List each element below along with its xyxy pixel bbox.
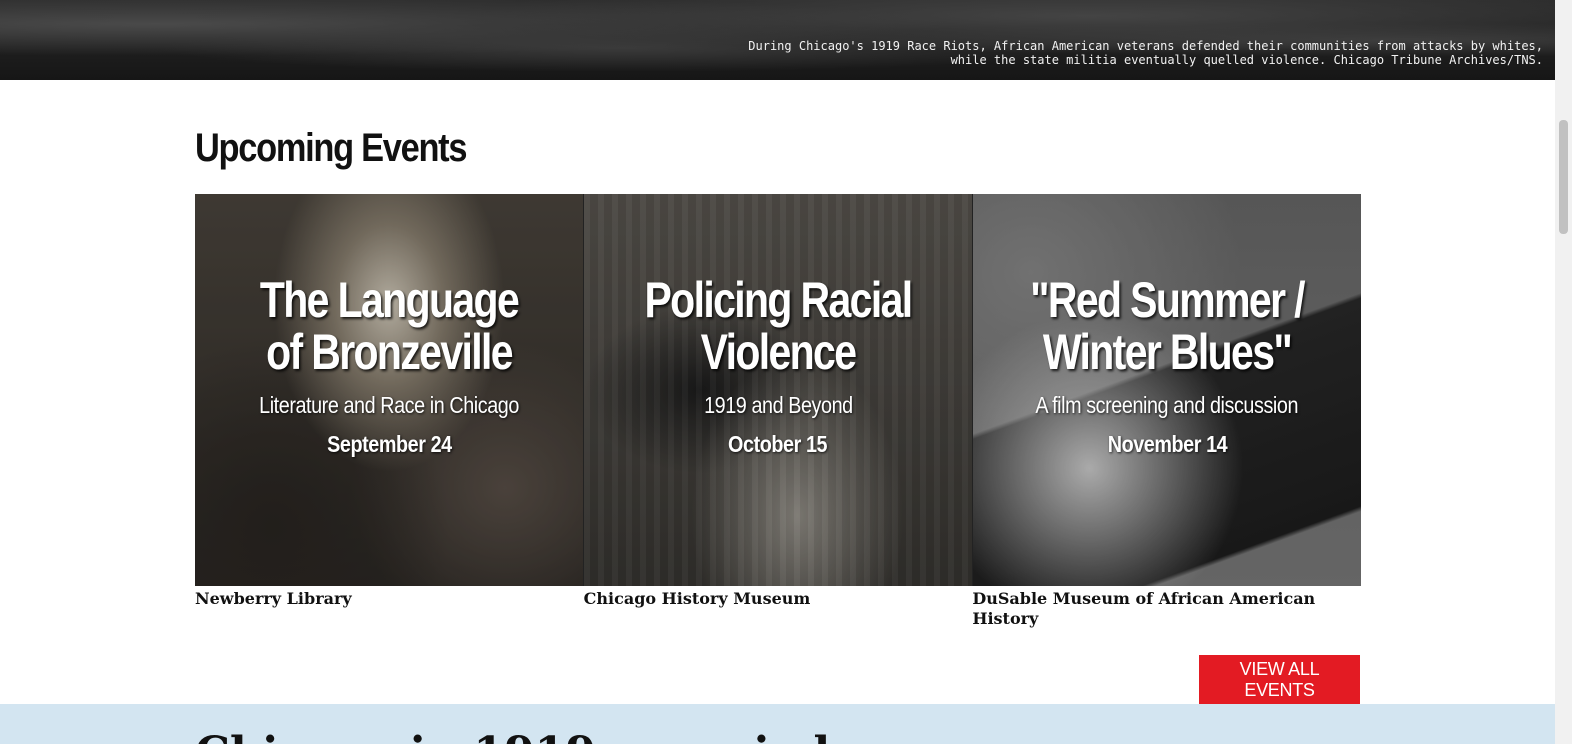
hero-image: During Chicago's 1919 Race Riots, Africa… xyxy=(0,0,1555,80)
event-cards: The Language of Bronzeville Literature a… xyxy=(195,194,1361,586)
event-date: September 24 xyxy=(326,431,452,457)
view-all-events-button[interactable]: VIEW ALL EVENTS xyxy=(1199,655,1360,704)
event-title[interactable]: Policing Racial Violence xyxy=(639,274,918,378)
event-date: October 15 xyxy=(728,431,828,457)
event-title[interactable]: The Language of Bronzeville xyxy=(250,274,529,378)
hero-caption: During Chicago's 1919 Race Riots, Africa… xyxy=(748,39,1543,67)
page-scrollbar[interactable] xyxy=(1555,0,1572,744)
event-date: November 14 xyxy=(1107,431,1227,457)
event-card-policing[interactable]: Policing Racial Violence 1919 and Beyond… xyxy=(583,194,972,586)
scrollbar-thumb[interactable] xyxy=(1559,120,1568,234)
next-section: Chicago in 1919: a period xyxy=(0,704,1555,744)
event-venue: DuSable Museum of African American Histo… xyxy=(972,589,1316,628)
card-image-overlay xyxy=(195,194,583,586)
event-card-bronzeville[interactable]: The Language of Bronzeville Literature a… xyxy=(195,194,583,586)
card-image-overlay xyxy=(584,194,972,586)
event-title[interactable]: "Red Summer / Winter Blues" xyxy=(1028,274,1307,378)
next-section-heading: Chicago in 1919: a period xyxy=(195,728,830,744)
event-subtitle: 1919 and Beyond xyxy=(703,392,853,418)
event-venues: Newberry Library Chicago History Museum … xyxy=(195,589,1361,629)
card-image-overlay xyxy=(973,194,1361,586)
event-venue: Chicago History Museum xyxy=(583,589,811,608)
event-venue: Newberry Library xyxy=(195,589,352,608)
upcoming-events-heading: Upcoming Events xyxy=(195,126,467,170)
event-subtitle: A film screening and discussion xyxy=(1035,392,1299,418)
event-subtitle: Literature and Race in Chicago xyxy=(259,392,519,418)
event-card-red-summer[interactable]: "Red Summer / Winter Blues" A film scree… xyxy=(972,194,1361,586)
